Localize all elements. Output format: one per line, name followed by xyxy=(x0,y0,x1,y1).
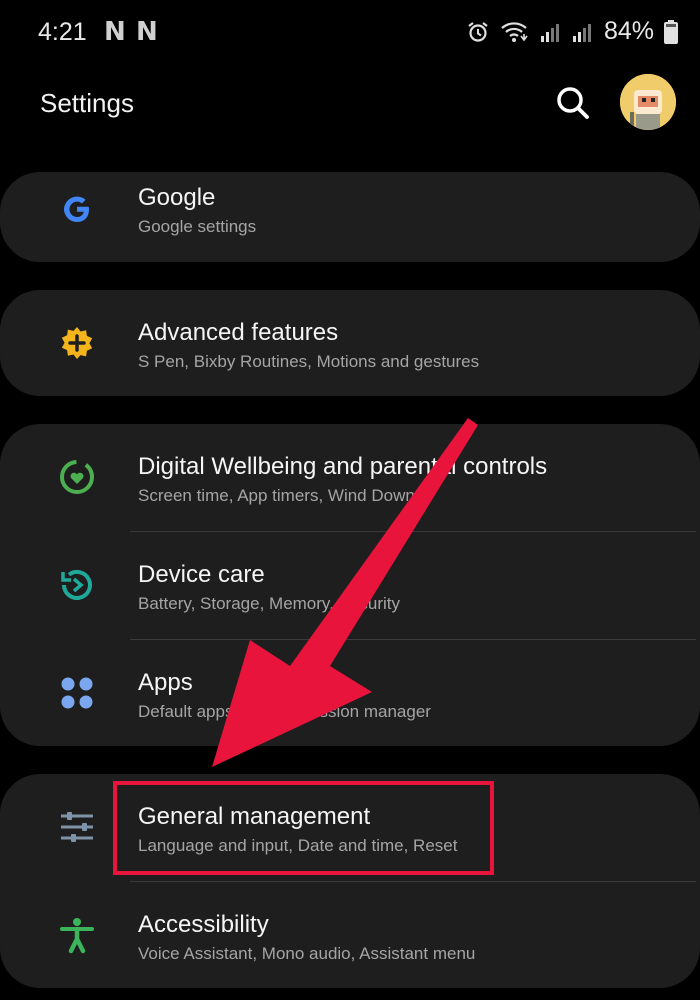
status-icons: 84% xyxy=(466,17,678,46)
battery-percent: 84% xyxy=(603,17,654,45)
alarm-icon xyxy=(468,21,488,42)
item-subtitle: Voice Assistant, Mono audio, Assistant m… xyxy=(138,944,476,963)
item-title: Advanced features xyxy=(138,319,339,346)
device-care-icon xyxy=(50,558,104,612)
item-subtitle: Screen time, App timers, Wind Down xyxy=(138,486,415,505)
search-icon[interactable] xyxy=(553,83,593,123)
item-subtitle: Google settings xyxy=(138,217,257,236)
settings-item-device-care[interactable]: Device care Battery, Storage, Memory, Se… xyxy=(0,532,700,639)
settings-item-apps[interactable]: Apps Default apps, App permission manage… xyxy=(0,640,700,746)
settings-item-advanced-features[interactable]: Advanced features S Pen, Bixby Routines,… xyxy=(0,290,700,396)
battery-icon xyxy=(664,19,678,44)
item-title: Digital Wellbeing and parental controls xyxy=(138,453,548,480)
item-title: Accessibility xyxy=(138,911,269,938)
settings-item-accessibility[interactable]: Accessibility Voice Assistant, Mono audi… xyxy=(0,882,700,988)
signal-icon xyxy=(572,23,591,42)
item-title: Google xyxy=(138,184,216,211)
item-subtitle: Battery, Storage, Memory, Security xyxy=(138,594,401,613)
netflix-notification-icon: N xyxy=(104,17,126,47)
profile-picture-icon xyxy=(620,74,676,130)
item-subtitle: S Pen, Bixby Routines, Motions and gestu… xyxy=(138,352,480,371)
avatar[interactable] xyxy=(620,74,676,130)
status-time: 4:21 xyxy=(38,18,87,46)
gear-plus-icon xyxy=(50,316,104,370)
google-icon xyxy=(50,182,104,236)
netflix-notification-icon: N xyxy=(136,17,158,47)
status-bar: 4:21 N N 84% xyxy=(0,0,700,66)
settings-card-group: Digital Wellbeing and parental controls … xyxy=(0,424,700,746)
page-title: Settings xyxy=(40,88,134,118)
accessibility-icon xyxy=(50,908,104,962)
app-header: Settings xyxy=(0,66,700,146)
settings-item-digital-wellbeing[interactable]: Digital Wellbeing and parental controls … xyxy=(0,424,700,531)
sliders-icon xyxy=(50,800,104,854)
settings-card-google: Google Google settings xyxy=(0,172,700,262)
apps-grid-icon xyxy=(50,666,104,720)
item-title: Device care xyxy=(138,561,265,588)
item-subtitle: Default apps, App permission manager xyxy=(138,702,431,721)
settings-card-advanced: Advanced features S Pen, Bixby Routines,… xyxy=(0,290,700,396)
item-title: Apps xyxy=(138,669,193,696)
signal-icon xyxy=(540,23,559,42)
highlight-box xyxy=(113,781,494,875)
wellbeing-icon xyxy=(50,450,104,504)
settings-item-google[interactable]: Google Google settings xyxy=(0,172,700,262)
wifi-icon xyxy=(501,21,528,42)
